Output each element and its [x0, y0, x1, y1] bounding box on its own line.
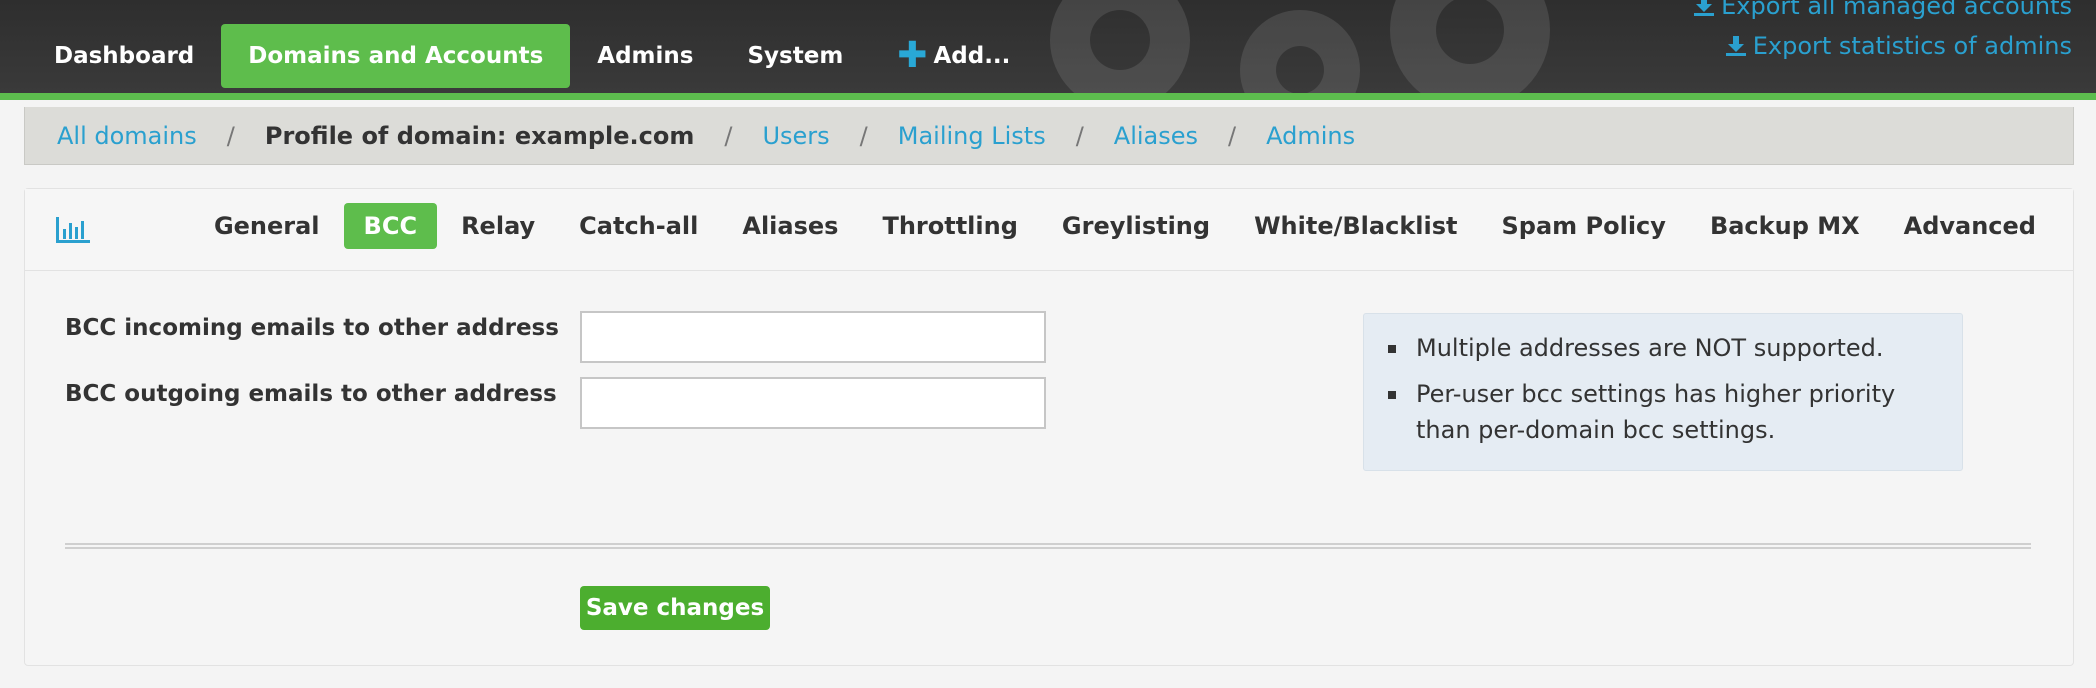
breadcrumb: All domains / Profile of domain: example… — [24, 107, 2074, 165]
top-navigation-bar: Dashboard Domains and Accounts Admins Sy… — [0, 0, 2096, 100]
breadcrumb-separator: / — [226, 121, 235, 150]
plus-icon: ✚ — [897, 35, 928, 76]
tab-aliases[interactable]: Aliases — [720, 203, 860, 249]
breadcrumb-separator: / — [1228, 121, 1237, 150]
breadcrumb-aliases[interactable]: Aliases — [1114, 122, 1198, 150]
save-changes-button[interactable]: Save changes — [580, 586, 770, 630]
tab-throttling[interactable]: Throttling — [860, 203, 1039, 249]
breadcrumb-users[interactable]: Users — [762, 122, 829, 150]
bcc-outgoing-input[interactable] — [580, 377, 1046, 429]
panel-header: General BCC Relay Catch-all Aliases Thro… — [25, 189, 2073, 271]
tab-catch-all[interactable]: Catch-all — [557, 203, 720, 249]
download-icon — [1725, 36, 1746, 56]
breadcrumb-separator: / — [859, 121, 868, 150]
bcc-outgoing-label: BCC outgoing emails to other address — [65, 381, 557, 407]
nav-system[interactable]: System — [720, 24, 870, 88]
bcc-incoming-label: BCC incoming emails to other address — [65, 315, 559, 341]
tab-bcc[interactable]: BCC — [343, 203, 438, 249]
profile-tabs: General BCC Relay Catch-all Aliases Thro… — [192, 203, 2058, 249]
export-admin-statistics-link[interactable]: Export statistics of admins — [1693, 26, 2072, 66]
tab-general[interactable]: General — [192, 203, 342, 249]
bcc-info-box: Multiple addresses are NOT supported. Pe… — [1363, 313, 1963, 471]
nav-domains-and-accounts[interactable]: Domains and Accounts — [221, 24, 571, 88]
tab-advanced[interactable]: Advanced — [1882, 203, 2058, 249]
export-managed-accounts-link[interactable]: Export all managed accounts — [1693, 0, 2072, 26]
breadcrumb-separator: / — [724, 121, 733, 150]
bcc-notes-list: Multiple addresses are NOT supported. Pe… — [1384, 330, 1942, 448]
breadcrumb-domain-profile: Profile of domain: example.com — [264, 121, 695, 150]
breadcrumb-mailing-lists[interactable]: Mailing Lists — [898, 122, 1046, 150]
breadcrumb-separator: / — [1075, 121, 1084, 150]
download-icon — [1694, 0, 1715, 16]
main-nav: Dashboard Domains and Accounts Admins Sy… — [27, 24, 1037, 88]
note-item: Per-user bcc settings has higher priorit… — [1384, 376, 1942, 448]
bcc-incoming-input[interactable] — [580, 311, 1046, 363]
export-links: Export all managed accounts Export stati… — [1693, 0, 2072, 66]
tab-backup-mx[interactable]: Backup MX — [1688, 203, 1882, 249]
tab-greylisting[interactable]: Greylisting — [1040, 203, 1232, 249]
domain-profile-panel: General BCC Relay Catch-all Aliases Thro… — [24, 188, 2074, 666]
tab-relay[interactable]: Relay — [439, 203, 557, 249]
nav-dashboard[interactable]: Dashboard — [27, 24, 221, 88]
tab-spam-policy[interactable]: Spam Policy — [1480, 203, 1688, 249]
breadcrumb-all-domains[interactable]: All domains — [57, 122, 197, 150]
export-managed-accounts-label: Export all managed accounts — [1721, 0, 2072, 20]
nav-add[interactable]: ✚ Add... — [870, 24, 1037, 88]
nav-admins[interactable]: Admins — [570, 24, 720, 88]
form-divider — [65, 543, 2031, 549]
tab-white-blacklist[interactable]: White/Blacklist — [1232, 203, 1479, 249]
gears-background-icon — [1050, 0, 1550, 93]
note-item: Multiple addresses are NOT supported. — [1384, 330, 1942, 366]
chart-icon[interactable] — [55, 215, 91, 245]
breadcrumb-admins[interactable]: Admins — [1266, 122, 1355, 150]
nav-add-label: Add... — [933, 43, 1011, 69]
export-admin-statistics-label: Export statistics of admins — [1752, 32, 2072, 60]
